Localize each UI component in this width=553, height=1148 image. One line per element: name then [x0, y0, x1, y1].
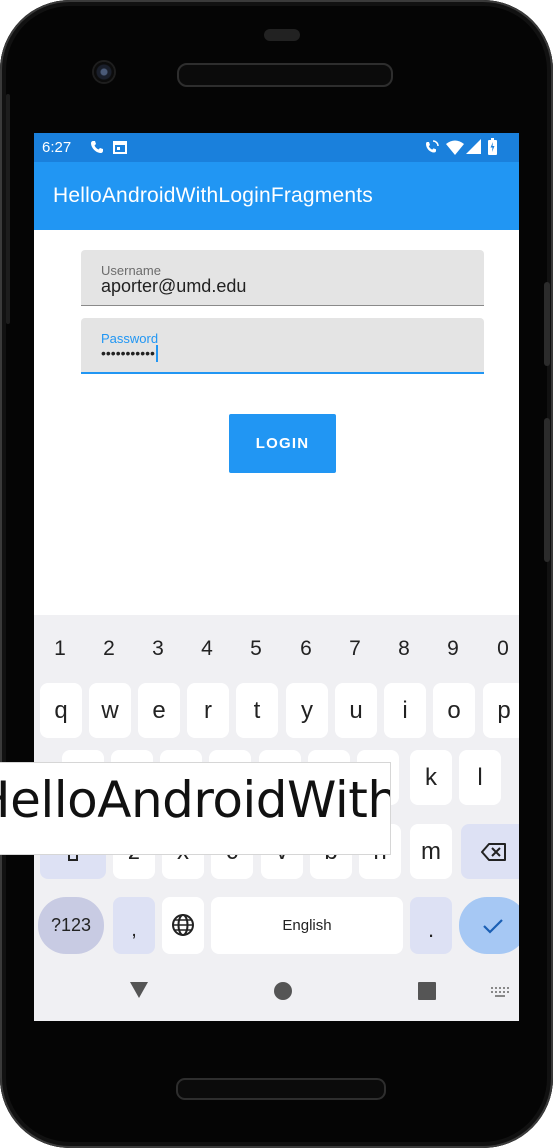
- key-m[interactable]: m: [410, 824, 452, 879]
- navigation-bar: [34, 973, 519, 1021]
- enter-key[interactable]: [459, 897, 519, 954]
- space-key[interactable]: English: [211, 897, 403, 954]
- key-6[interactable]: 6: [286, 629, 326, 669]
- phone-call-icon: [91, 141, 103, 153]
- password-input[interactable]: •••••••••••: [101, 345, 158, 362]
- key-u[interactable]: u: [335, 683, 377, 738]
- key-r[interactable]: r: [187, 683, 229, 738]
- language-key[interactable]: [162, 897, 204, 954]
- key-3[interactable]: 3: [138, 629, 178, 669]
- phone-screen: 6:27 HelloAndroidWithLoginFragments User…: [34, 133, 519, 1021]
- key-o[interactable]: o: [433, 683, 475, 738]
- key-k[interactable]: k: [410, 750, 452, 805]
- status-bar: 6:27: [34, 133, 519, 162]
- key-4[interactable]: 4: [187, 629, 227, 669]
- left-edge-button: [6, 94, 10, 324]
- password-label: Password: [101, 331, 159, 346]
- earpiece-speaker: [177, 63, 393, 87]
- calendar-icon: [113, 141, 127, 154]
- backspace-icon: [481, 843, 506, 861]
- key-8[interactable]: 8: [384, 629, 424, 669]
- key-y[interactable]: y: [286, 683, 328, 738]
- password-field[interactable]: Password •••••••••••: [81, 318, 484, 374]
- top-slot: [264, 29, 300, 41]
- signal-icon: [466, 139, 481, 154]
- key-5[interactable]: 5: [236, 629, 276, 669]
- app-bar: HelloAndroidWithLoginFragments: [34, 162, 519, 230]
- key-p[interactable]: p: [483, 683, 519, 738]
- checkmark-icon: [483, 919, 503, 934]
- front-camera-icon: [94, 62, 114, 82]
- key-9[interactable]: 9: [433, 629, 473, 669]
- caption-text: HelloAndroidWithFragments: [0, 771, 390, 829]
- app-title: HelloAndroidWithLoginFragments: [53, 184, 373, 207]
- key-2[interactable]: 2: [89, 629, 129, 669]
- password-underline: [81, 372, 484, 374]
- wifi-icon: [446, 140, 464, 155]
- globe-icon: [172, 914, 194, 936]
- back-icon[interactable]: [130, 982, 148, 998]
- key-t[interactable]: t: [236, 683, 278, 738]
- number-row: 1 2 3 4 5 6 7 8 9 0: [34, 629, 519, 669]
- key-7[interactable]: 7: [335, 629, 375, 669]
- key-l[interactable]: l: [459, 750, 501, 805]
- backspace-key[interactable]: [461, 824, 519, 879]
- key-0[interactable]: 0: [483, 629, 519, 669]
- bottom-speaker: [176, 1078, 386, 1100]
- key-w[interactable]: w: [89, 683, 131, 738]
- username-field[interactable]: Username aporter@umd.edu: [81, 250, 484, 306]
- text-cursor: [155, 345, 158, 362]
- wifi-calling-icon: [426, 140, 439, 153]
- status-time: 6:27: [42, 139, 72, 156]
- key-q[interactable]: q: [40, 683, 82, 738]
- period-key[interactable]: .: [410, 897, 452, 954]
- key-e[interactable]: e: [138, 683, 180, 738]
- key-i[interactable]: i: [384, 683, 426, 738]
- username-input[interactable]: aporter@umd.edu: [101, 276, 246, 297]
- home-icon[interactable]: [274, 982, 292, 1000]
- volume-button: [544, 418, 550, 562]
- phone-frame: 6:27 HelloAndroidWithLoginFragments User…: [0, 0, 553, 1148]
- keyboard-switch-icon[interactable]: [490, 986, 510, 998]
- symbols-key[interactable]: ?123: [38, 897, 104, 954]
- comma-key[interactable]: ,: [113, 897, 155, 954]
- power-button: [544, 282, 550, 366]
- key-1[interactable]: 1: [40, 629, 80, 669]
- caption-overlay: HelloAndroidWithFragments: [0, 762, 391, 855]
- recents-icon[interactable]: [418, 982, 436, 1000]
- battery-icon: [488, 138, 497, 155]
- login-button[interactable]: LOGIN: [229, 414, 336, 473]
- username-underline: [81, 305, 484, 306]
- password-dots: •••••••••••: [101, 345, 155, 361]
